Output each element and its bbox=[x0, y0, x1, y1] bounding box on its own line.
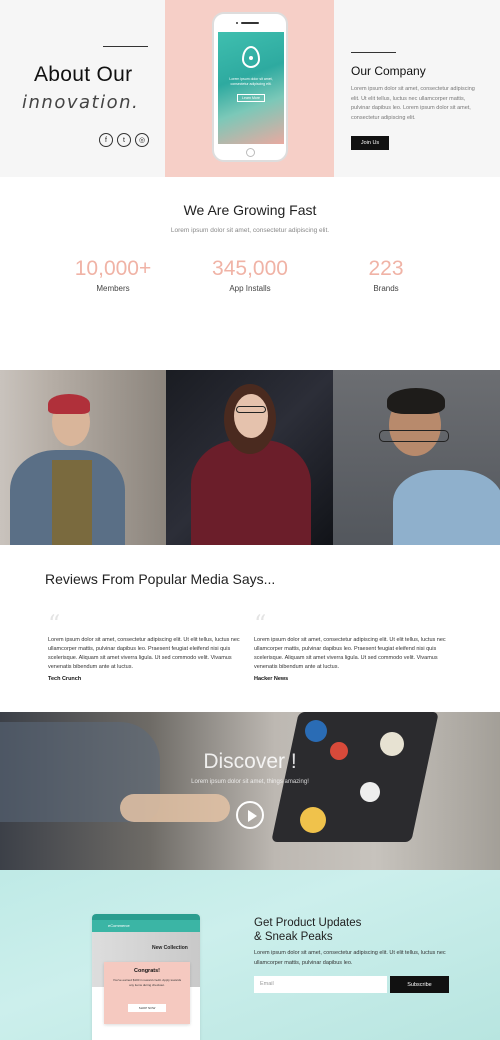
phone-home-button bbox=[246, 148, 255, 157]
review-source: Tech Crunch bbox=[48, 676, 82, 682]
stat-label: Members bbox=[96, 284, 130, 293]
phone-screen: Lorem ipsum dolor sit amet, consectetur … bbox=[218, 32, 284, 144]
stat-label: Brands bbox=[373, 284, 399, 293]
droplet-logo-icon bbox=[242, 46, 260, 68]
growth-subtitle: Lorem ipsum dolor sit amet, consectetur … bbox=[170, 227, 330, 234]
reviews-title: Reviews From Popular Media Says... bbox=[45, 571, 276, 587]
stat-members: 10,000+ Members bbox=[53, 257, 173, 293]
popup-title: Congrats! bbox=[134, 968, 160, 974]
subscribe-button[interactable]: Subscribe bbox=[390, 976, 449, 993]
email-input[interactable]: Email bbox=[254, 976, 387, 993]
stat-number: 223 bbox=[368, 257, 404, 280]
sticker bbox=[300, 807, 326, 833]
phone-speaker bbox=[241, 22, 259, 24]
photo-man-red-cap bbox=[0, 370, 166, 545]
facebook-icon[interactable]: f bbox=[99, 133, 113, 147]
stat-label: App Installs bbox=[229, 284, 271, 293]
instagram-icon[interactable]: ◎ bbox=[135, 133, 149, 147]
stat-app-installs: 345,000 App Installs bbox=[190, 257, 310, 293]
social-links: f t ◎ bbox=[99, 133, 149, 147]
updates-title: Get Product Updates & Sneak Peaks bbox=[254, 916, 361, 944]
updates-title-line1: Get Product Updates bbox=[254, 917, 362, 929]
join-us-button[interactable]: Join Us bbox=[351, 136, 389, 150]
discover-title: Discover ! bbox=[203, 750, 297, 773]
quote-icon: “ bbox=[48, 610, 61, 638]
discover-subtitle: Lorem ipsum dolor sit amet, things amazi… bbox=[191, 779, 309, 785]
sticker bbox=[305, 720, 327, 742]
stat-number: 10,000+ bbox=[74, 257, 152, 280]
stat-number: 345,000 bbox=[212, 257, 288, 280]
popup-button: SHOP NOW bbox=[128, 1004, 166, 1012]
discover-section: Discover ! Lorem ipsum dolor sit amet, t… bbox=[0, 712, 500, 870]
phone-screen-button: Learn More bbox=[237, 94, 265, 102]
app-popup: Congrats! You've earned $100 in reward c… bbox=[104, 962, 190, 1024]
sticker bbox=[360, 782, 380, 802]
photo-man-glasses bbox=[333, 370, 500, 545]
laptop-image bbox=[271, 712, 439, 842]
review-text: Lorem ipsum dolor sit amet, consectetur … bbox=[48, 637, 240, 670]
team-photos bbox=[0, 370, 500, 545]
phone-camera bbox=[236, 22, 238, 24]
hero-subtitle: innovation. bbox=[22, 92, 140, 113]
photo-woman-glasses bbox=[166, 370, 333, 545]
growth-title: We Are Growing Fast bbox=[183, 202, 317, 218]
updates-title-line2: & Sneak Peaks bbox=[254, 931, 333, 943]
twitter-icon[interactable]: t bbox=[117, 133, 131, 147]
divider bbox=[351, 52, 396, 53]
updates-description: Lorem ipsum dolor sit amet, consectetur … bbox=[254, 950, 446, 966]
app-collection-label: New Collection bbox=[152, 945, 188, 951]
hands bbox=[120, 794, 230, 822]
hero-section: About Our innovation. f t ◎ Lorem ipsum … bbox=[0, 0, 500, 177]
company-description: Lorem ipsum dolor sit amet, consectetur … bbox=[351, 86, 475, 121]
phone-screen-text: Lorem ipsum dolor sit amet, consectetur … bbox=[229, 77, 273, 86]
phone-mockup: Lorem ipsum dolor sit amet, consectetur … bbox=[212, 12, 288, 162]
hero-title: About Our bbox=[34, 63, 133, 86]
stat-brands: 223 Brands bbox=[326, 257, 446, 293]
company-title: Our Company bbox=[351, 64, 426, 78]
quote-icon: “ bbox=[254, 610, 267, 638]
review-source: Hacker News bbox=[254, 676, 289, 682]
app-title: eCommerce bbox=[108, 923, 130, 928]
app-mockup: eCommerce New Collection Congrats! You'v… bbox=[92, 914, 200, 1040]
popup-text: You've earned $100 in reward credit. App… bbox=[112, 978, 182, 987]
review-text: Lorem ipsum dolor sit amet, consectetur … bbox=[254, 637, 446, 670]
play-video-button[interactable] bbox=[236, 801, 264, 829]
divider bbox=[103, 46, 148, 47]
